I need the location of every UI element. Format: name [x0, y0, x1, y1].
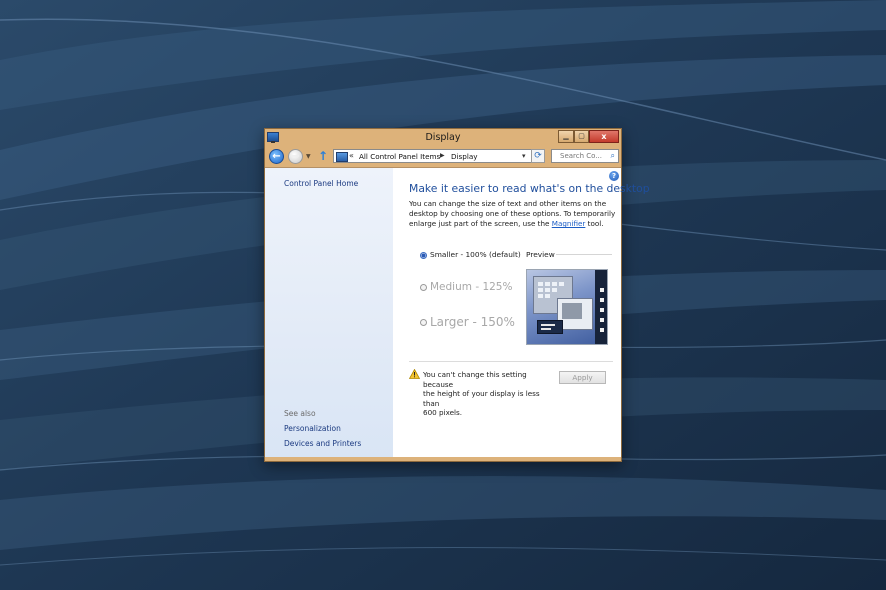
control-panel-home-link[interactable]: Control Panel Home — [284, 179, 358, 188]
search-icon[interactable]: ⌕ — [611, 150, 615, 162]
radio-larger-disabled — [420, 319, 427, 326]
see-also-label: See also — [284, 409, 316, 418]
control-panel-icon — [336, 152, 348, 162]
search-placeholder: Search Co... — [560, 152, 602, 160]
recent-locations-button[interactable]: ▼ — [306, 153, 311, 160]
radio-medium-disabled — [420, 283, 427, 291]
option-smaller[interactable]: Smaller - 100% (default) — [420, 250, 521, 259]
maximize-button[interactable]: ▢ — [574, 130, 589, 143]
warning-line-3: 600 pixels. — [423, 408, 463, 417]
breadcrumb-display[interactable]: Display — [451, 152, 478, 161]
personalization-link[interactable]: Personalization — [284, 424, 341, 433]
description-line-3-prefix: enlarge just part of the screen, use the — [409, 219, 552, 228]
window-bottom-border — [265, 457, 621, 461]
help-icon[interactable]: ? — [609, 171, 619, 181]
refresh-button[interactable]: ⟳ — [531, 149, 545, 163]
apply-button[interactable]: Apply — [559, 371, 606, 384]
address-bar[interactable]: « All Control Panel Items ▶ Display ▾ — [333, 149, 545, 163]
forward-button[interactable]: → — [288, 149, 303, 164]
option-larger-label: Larger - 150% — [430, 315, 515, 329]
breadcrumb-separator-icon[interactable]: ▶ — [440, 152, 445, 159]
magnifier-link[interactable]: Magnifier — [552, 219, 586, 228]
option-larger: Larger - 150% — [420, 315, 515, 329]
display-window: Display ▁ ▢ x ← → ▼ ↑ « All Control Pane… — [264, 128, 650, 462]
page-description: You can change the size of text and othe… — [409, 199, 619, 229]
search-input[interactable]: Search Co... ⌕ — [551, 149, 619, 163]
option-medium: Medium - 125% — [420, 281, 512, 293]
back-button[interactable]: ← — [269, 149, 284, 164]
option-smaller-label: Smaller - 100% (default) — [430, 250, 521, 259]
devices-and-printers-link[interactable]: Devices and Printers — [284, 439, 361, 448]
description-line-3-suffix: tool. — [585, 219, 604, 228]
warning-line-2: the height of your display is less than — [423, 389, 540, 408]
description-line-2: desktop by choosing one of these options… — [409, 209, 616, 218]
warning-message: You can't change this setting because th… — [423, 370, 558, 418]
section-divider — [409, 361, 613, 362]
sidebar: Control Panel Home See also Personalizat… — [265, 168, 393, 458]
address-dropdown-icon[interactable]: ▾ — [522, 152, 526, 160]
title-bar[interactable]: Display ▁ ▢ x — [265, 129, 621, 147]
option-medium-label: Medium - 125% — [430, 281, 513, 293]
description-line-1: You can change the size of text and othe… — [409, 199, 607, 208]
minimize-button[interactable]: ▁ — [558, 130, 574, 143]
warning-line-1: You can't change this setting because — [423, 370, 527, 389]
warning-icon — [409, 369, 420, 379]
content-area: Control Panel Home See also Personalizat… — [265, 167, 650, 458]
radio-smaller-selected[interactable] — [420, 251, 427, 259]
main-panel: ? Make it easier to read what's on the d… — [393, 168, 650, 458]
breadcrumb-all-control-panel-items[interactable]: All Control Panel Items — [359, 152, 440, 161]
preview-image — [526, 269, 608, 345]
close-button[interactable]: x — [589, 130, 619, 143]
preview-divider — [556, 254, 612, 255]
navigation-bar: ← → ▼ ↑ « All Control Panel Items ▶ Disp… — [265, 147, 621, 167]
address-overflow-chevron[interactable]: « — [349, 151, 354, 160]
page-heading: Make it easier to read what's on the des… — [409, 182, 650, 195]
preview-taskbar-popup — [537, 320, 563, 334]
preview-label: Preview — [526, 250, 555, 259]
up-button[interactable]: ↑ — [318, 149, 328, 163]
preview-charms-bar — [595, 270, 607, 344]
